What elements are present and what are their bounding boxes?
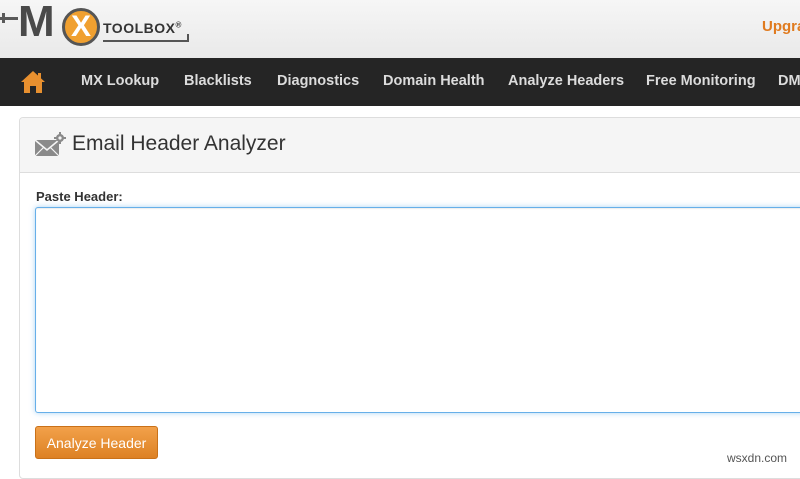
main-nav: MX Lookup Blacklists Diagnostics Domain … <box>0 58 800 106</box>
nav-item-dmarc[interactable]: DM <box>778 58 800 106</box>
logo-toolbox-text: TOOLBOX® <box>103 20 182 36</box>
header-input-textarea[interactable] <box>35 207 800 413</box>
top-header: M X TOOLBOX® Upgra <box>0 0 800 58</box>
logo-letter-x: X <box>62 8 100 46</box>
nav-item-mx-lookup[interactable]: MX Lookup <box>81 58 159 106</box>
header-analyzer-panel: Email Header Analyzer Paste Header: Anal… <box>19 117 800 479</box>
logo-underline-tick <box>187 34 189 42</box>
nav-item-analyze-headers[interactable]: Analyze Headers <box>508 58 624 106</box>
panel-heading: Email Header Analyzer <box>20 118 800 173</box>
logo-connector-tick <box>2 13 5 23</box>
nav-item-free-monitoring[interactable]: Free Monitoring <box>646 58 756 106</box>
nav-item-blacklists[interactable]: Blacklists <box>184 58 252 106</box>
mxtoolbox-logo[interactable]: M X TOOLBOX® <box>0 0 200 56</box>
email-settings-icon <box>34 132 66 158</box>
paste-header-label: Paste Header: <box>36 189 123 204</box>
upgrade-link[interactable]: Upgra <box>762 18 800 35</box>
logo-toolbox-word: TOOLBOX <box>103 20 176 36</box>
nav-item-domain-health[interactable]: Domain Health <box>383 58 485 106</box>
logo-letter-m: M <box>18 0 55 46</box>
nav-item-diagnostics[interactable]: Diagnostics <box>277 58 359 106</box>
logo-registered-mark: ® <box>175 20 182 30</box>
watermark-text: wsxdn.com <box>727 451 788 465</box>
page-title: Email Header Analyzer <box>72 132 286 155</box>
home-icon[interactable] <box>20 70 46 94</box>
logo-underline <box>103 40 187 42</box>
analyze-header-button[interactable]: Analyze Header <box>35 426 158 459</box>
